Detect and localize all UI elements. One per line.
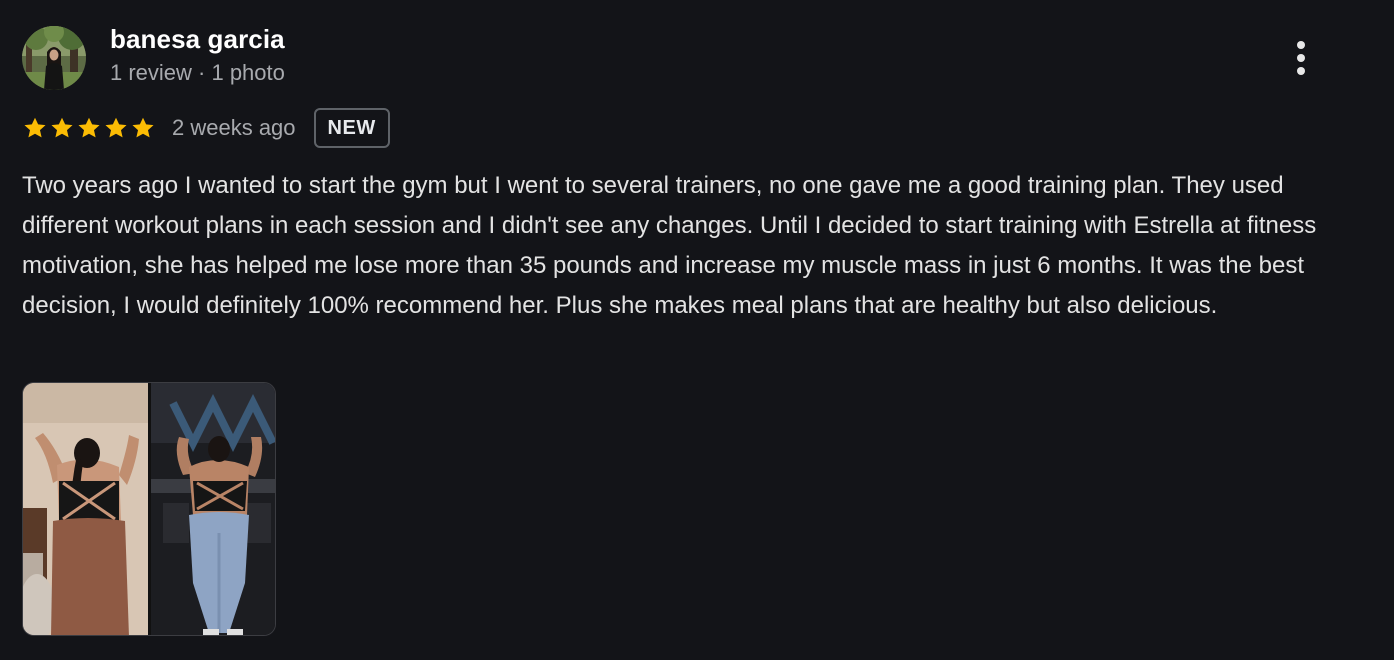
review-photo-image	[23, 383, 275, 635]
avatar[interactable]	[22, 26, 86, 90]
star-icon	[78, 117, 100, 138]
rating-row: 2 weeks ago NEW	[22, 106, 390, 150]
author-name[interactable]: banesa garcia	[110, 24, 285, 55]
more-vert-icon-dot	[1297, 54, 1305, 62]
avatar-image	[22, 26, 86, 90]
star-icon	[51, 117, 73, 138]
author-meta: 1 review · 1 photo	[110, 60, 285, 85]
star-rating	[22, 115, 156, 141]
star-icon	[105, 117, 127, 138]
more-vert-icon-dot	[1297, 67, 1305, 75]
more-vert-icon	[1297, 41, 1305, 49]
review-time: 2 weeks ago	[172, 115, 296, 140]
star-icon	[132, 117, 154, 138]
review-card: banesa garcia 1 review · 1 photo 2 weeks…	[0, 0, 1394, 660]
more-options-button[interactable]	[1278, 32, 1324, 84]
review-photo[interactable]	[22, 382, 276, 636]
new-badge: NEW	[313, 108, 390, 148]
star-icon	[24, 117, 46, 138]
review-text: Two years ago I wanted to start the gym …	[22, 172, 1317, 319]
